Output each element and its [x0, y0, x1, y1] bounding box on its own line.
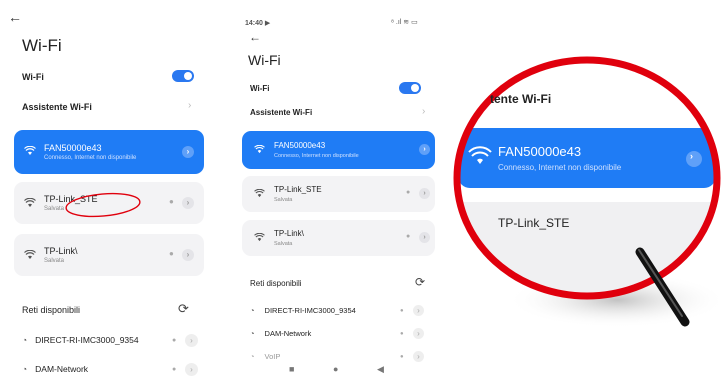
network-status: Connesso, Internet non disponibile — [274, 153, 359, 159]
zoom-network-name: FAN50000e43 — [498, 144, 582, 159]
network-card-saved[interactable]: TP-Link_STE Salvata ● › — [242, 176, 435, 212]
network-name: DIRECT-RI-IMC3000_9354 — [264, 306, 356, 315]
available-network-row[interactable]: ◔ VoIP ● › — [250, 351, 440, 362]
refresh-icon[interactable]: ⟳ — [415, 275, 425, 289]
chevron-right-icon: › — [690, 151, 693, 161]
back-arrow-icon[interactable]: ← — [249, 31, 261, 43]
chevron-right-icon[interactable]: › — [419, 232, 430, 243]
network-name: TP-Link_STE — [274, 185, 322, 194]
wifi-icon — [254, 145, 265, 154]
highlight-annotation — [65, 192, 141, 218]
network-name: TP-Link\ — [274, 229, 304, 238]
wifi-icon: ◔ — [250, 352, 255, 361]
page-title: Wi-Fi — [248, 52, 281, 68]
chevron-right-icon[interactable]: › — [413, 328, 424, 339]
screenshot-panel-1: ← Wi-Fi Wi-Fi Assistente Wi-Fi › FAN5000… — [0, 0, 225, 376]
available-network-row[interactable]: ◔ DIRECT-RI-IMC3000_9354 ● › — [250, 305, 440, 316]
network-name: DAM-Network — [264, 329, 312, 338]
wifi-icon — [254, 189, 265, 198]
play-icon: ▶ — [264, 20, 271, 27]
chevron-right-icon[interactable]: › — [419, 144, 430, 155]
zoom-saved-network-name: TP-Link_STE — [498, 216, 570, 230]
assistant-wifi-item[interactable]: Assistente Wi-Fi — [250, 108, 312, 117]
network-card-saved[interactable]: TP-Link\ Salvata ● › — [242, 220, 435, 256]
lock-icon: ● — [406, 189, 411, 196]
magnifier-graphic — [453, 56, 722, 328]
network-name: FAN50000e43 — [274, 141, 326, 150]
chevron-right-icon[interactable]: › — [413, 351, 424, 362]
magnified-detail-panel: tente Wi-Fi FAN50000e43 Connesso, Intern… — [452, 0, 722, 376]
screenshot-panel-2: 14:40 ▶ ⁸ .ıl ≋ ▭ ← Wi-Fi Wi-Fi Assisten… — [236, 0, 446, 376]
zoom-network-status: Connesso, Internet non disponibile — [498, 163, 622, 172]
chevron-right-icon[interactable]: › — [413, 305, 424, 316]
wifi-icon: ◔ — [250, 306, 255, 315]
network-status: Salvata — [274, 241, 293, 247]
wifi-toggle[interactable] — [399, 82, 421, 94]
status-icons: ⁸ .ıl ≋ ▭ — [391, 19, 418, 26]
chevron-right-icon: › — [422, 106, 426, 117]
zoom-assistant-label: tente Wi-Fi — [490, 92, 552, 106]
lock-icon: ● — [400, 330, 404, 337]
network-name: VoIP — [264, 352, 281, 361]
network-card-connected[interactable]: FAN50000e43 Connesso, Internet non dispo… — [242, 131, 435, 169]
lock-icon: ● — [400, 353, 404, 360]
lock-icon: ● — [400, 307, 404, 314]
wifi-icon — [254, 233, 265, 242]
chevron-right-icon[interactable]: › — [419, 188, 430, 199]
nav-back-button[interactable]: ◀ — [377, 364, 384, 375]
available-networks-header: Reti disponibili — [250, 279, 302, 288]
network-status: Salvata — [274, 197, 293, 203]
lock-icon: ● — [406, 233, 411, 240]
nav-recents-button[interactable]: ■ — [289, 364, 294, 374]
nav-home-button[interactable]: ● — [333, 364, 338, 374]
status-time: 14:40 ▶ — [245, 20, 271, 27]
available-network-row[interactable]: ◔ DAM-Network ● › — [250, 328, 440, 339]
wifi-icon: ◔ — [250, 329, 255, 338]
wifi-toggle-label: Wi-Fi — [250, 84, 270, 93]
